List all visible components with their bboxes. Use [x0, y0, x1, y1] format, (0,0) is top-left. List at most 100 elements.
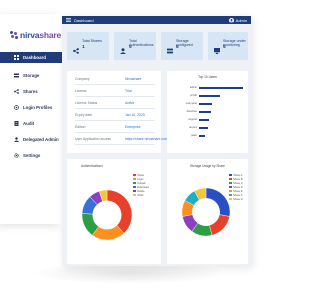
sidebar-item-shares[interactable]: Shares — [0, 86, 62, 97]
legend-swatch — [133, 189, 136, 193]
legend-item: Share G — [229, 197, 243, 201]
stat-card-storage-configured[interactable]: Storage configured 6 — [161, 32, 203, 60]
panel-title: Top 10 Users — [198, 75, 217, 79]
sidebar-item-storage[interactable]: Storage — [0, 70, 62, 81]
main-content: Dashboard Admin Total Shares 1 Total Aut… — [62, 16, 251, 266]
license-row: Company Nirvashare — [75, 75, 155, 85]
license-row: License Status Active — [75, 99, 155, 109]
legend-label: Share G — [233, 197, 243, 201]
stat-value: 5 — [129, 45, 132, 50]
storage-usage-legend: Share A Share B Share C Share D Share E Share… — [229, 173, 243, 201]
legend-swatch — [133, 177, 136, 181]
legend-swatch — [229, 173, 232, 177]
login-profile-icon — [14, 105, 19, 110]
stat-label: Total Authentications — [129, 39, 154, 47]
bar-label: admin — [189, 86, 197, 89]
donut-slice — [205, 187, 231, 217]
bar-label: mary.jane — [185, 102, 197, 105]
legend-swatch — [133, 185, 136, 189]
bar-label: support — [188, 118, 197, 121]
dashboard-icon — [14, 55, 19, 60]
license-key: License — [75, 89, 87, 93]
sidebar-item-label: Shares — [23, 89, 38, 94]
sidebar-item-label: Delegated Admin — [23, 137, 59, 142]
logo-text-part1: nirva — [20, 30, 40, 40]
legend-label: Download — [137, 185, 149, 189]
sidebar-item-settings[interactable]: Settings — [0, 150, 62, 161]
sidebar-item-label: Dashboard — [23, 55, 46, 60]
legend-label: Share F — [233, 193, 243, 197]
stat-card-storage-monitoring[interactable]: Storage under monitoring 5 — [208, 32, 248, 60]
legend-label: Share B — [233, 177, 243, 181]
monitor-icon — [214, 41, 220, 59]
avatar-icon — [228, 17, 234, 23]
bar — [199, 111, 211, 114]
license-value[interactable]: https://share.nirvashare.com — [125, 137, 168, 141]
license-row: License Trial — [75, 87, 155, 97]
legend-swatch — [133, 173, 136, 177]
legend-label: Upload — [137, 181, 146, 185]
sidebar-item-label: Login Profiles — [23, 105, 53, 110]
license-value: Trial — [125, 89, 132, 93]
logo-text: nirvashare — [20, 30, 61, 40]
page-title: Dashboard — [74, 17, 94, 23]
storage-icon — [14, 73, 19, 78]
admin-icon — [14, 137, 19, 142]
menu-icon[interactable] — [66, 18, 71, 22]
logo-icon — [10, 31, 18, 39]
stat-label: Storage under monitoring — [223, 39, 246, 47]
bar-label: david.lee — [186, 110, 197, 113]
authentications-donut-chart — [81, 189, 133, 241]
license-key: Expiry date — [75, 113, 92, 117]
legend-swatch — [229, 181, 232, 185]
panel-title: Authentications — [81, 164, 103, 168]
sidebar-item-label: Storage — [23, 73, 40, 78]
authentications-panel: Authentications Share Login Upload Download… — [67, 159, 161, 264]
license-key: License Status — [75, 101, 98, 105]
bar — [199, 95, 220, 98]
storage-usage-panel: Storage Usage by Share Share A Share B Sha… — [167, 159, 248, 264]
top-users-panel: Top 10 Users admin jsmith mary.jane david.l… — [167, 71, 248, 153]
user-menu[interactable]: Admin — [228, 17, 247, 23]
sidebar-item-label: Audit — [23, 121, 35, 126]
stat-card-total-authentications[interactable]: Total Authentications 5 — [114, 32, 156, 60]
panel-title: Storage Usage by Share — [190, 164, 225, 168]
stat-label: Total Shares — [82, 39, 102, 43]
bar — [199, 119, 210, 122]
bar — [199, 127, 208, 130]
license-value: Jan 10, 2023 — [125, 113, 145, 117]
bar-label: peter — [191, 134, 197, 137]
stat-value: 1 — [82, 45, 85, 50]
license-key: Edition — [75, 125, 86, 129]
user-icon — [120, 41, 126, 59]
legend-swatch — [229, 177, 232, 181]
license-row: Edition Enterprise — [75, 123, 155, 133]
user-label: Admin — [235, 17, 247, 23]
stat-card-total-shares[interactable]: Total Shares 1 — [67, 32, 109, 60]
license-value: Nirvashare — [125, 77, 142, 81]
top-bar: Dashboard Admin — [62, 16, 251, 24]
legend-label: Other — [137, 193, 144, 197]
license-key: Company — [75, 77, 90, 81]
license-value: Active — [125, 101, 135, 105]
storage-usage-donut-chart — [181, 187, 231, 237]
donut-slice — [209, 214, 230, 236]
bar — [199, 87, 243, 90]
legend-swatch — [229, 189, 232, 193]
sidebar: nirvashare Dashboard Storage Shares Logi… — [0, 14, 62, 224]
stat-value: 5 — [223, 45, 226, 50]
sidebar-item-dashboard[interactable]: Dashboard — [0, 52, 62, 63]
sidebar-item-audit[interactable]: Audit — [0, 118, 62, 129]
sidebar-item-login-profiles[interactable]: Login Profiles — [0, 102, 62, 113]
license-key: User Application access — [75, 137, 111, 141]
legend-swatch — [229, 185, 232, 189]
logo: nirvashare — [10, 29, 61, 41]
legend-label: Share C — [233, 181, 243, 185]
share-icon — [73, 41, 79, 59]
legend-label: Share — [137, 173, 145, 177]
legend-label: Login — [137, 177, 144, 181]
logo-text-part2: share — [39, 30, 62, 40]
license-row: User Application access https://share.ni… — [75, 135, 168, 145]
sidebar-item-delegated-admin[interactable]: Delegated Admin — [0, 134, 62, 145]
legend-label: Share E — [233, 189, 243, 193]
